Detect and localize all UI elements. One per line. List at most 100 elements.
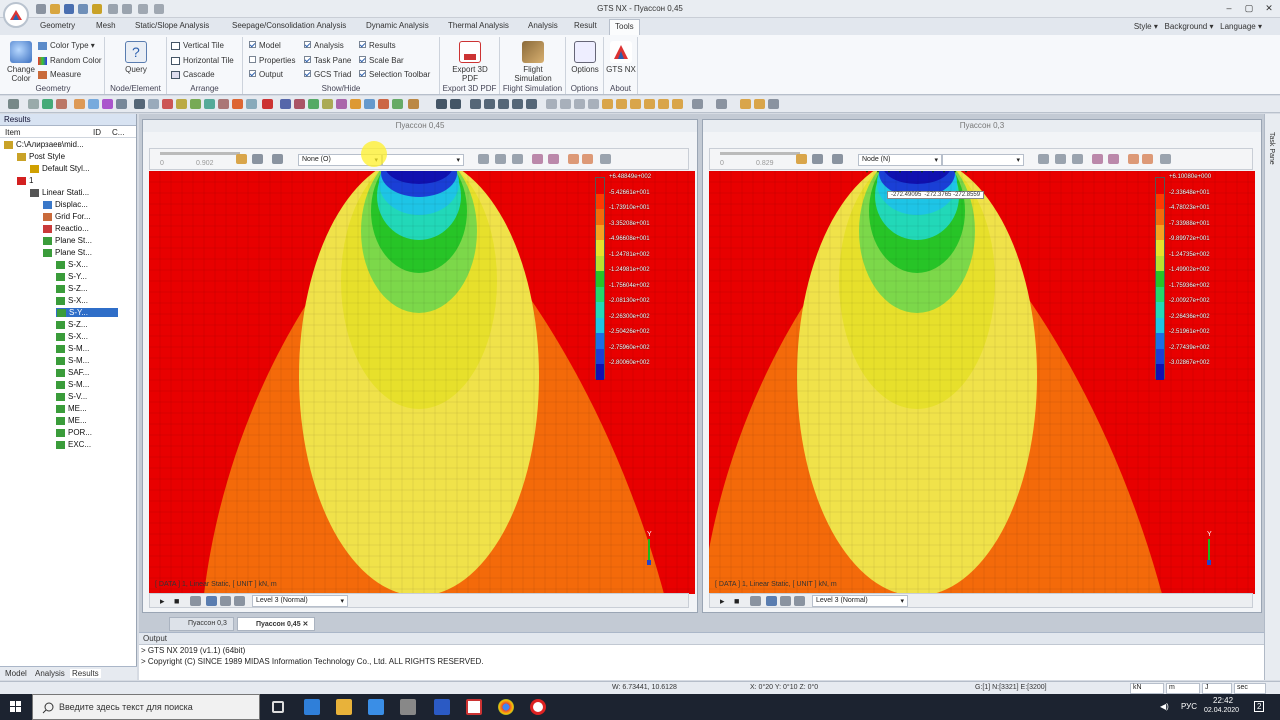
toolbar-tool-icon[interactable] xyxy=(116,99,127,109)
print-icon[interactable] xyxy=(206,596,217,606)
tree-item[interactable]: Grid For... xyxy=(43,212,91,221)
contour-plot[interactable]: Y PLANE STRAIN STRESSS-XX , kN/m^2+6.1008… xyxy=(709,171,1255,594)
tree-item[interactable]: Plane St... xyxy=(43,236,92,245)
tree-item[interactable]: Reactio... xyxy=(43,224,89,233)
select-tool-icon[interactable] xyxy=(1108,154,1119,164)
view-icon[interactable] xyxy=(560,99,571,109)
edge-icon[interactable] xyxy=(304,699,320,715)
clock-date[interactable]: 02.04.2020 xyxy=(1204,707,1239,714)
viewport-poisson-03[interactable]: Пуассон 0,3 0 0.829 Node (N)▾ ▾ Y PLANE S… xyxy=(702,119,1262,613)
tree-item[interactable]: Default Styl... xyxy=(30,164,90,173)
record-icon[interactable] xyxy=(750,596,761,606)
select-tool-icon[interactable] xyxy=(532,154,543,164)
toolbar-tool-icon[interactable] xyxy=(218,99,229,109)
tab-seepage[interactable]: Seepage/Consolidation Analysis xyxy=(232,21,346,30)
change-color-button[interactable]: Change Color xyxy=(4,65,38,83)
measure-button[interactable]: Measure xyxy=(38,70,81,79)
play-icon[interactable]: ▸ xyxy=(160,596,165,607)
toolbar-tool-icon[interactable] xyxy=(408,99,419,109)
doc-tab-poisson-045[interactable]: Пуассон 0,45 ✕ xyxy=(237,617,316,631)
toolbar-tool-icon[interactable] xyxy=(322,99,333,109)
tree-item[interactable]: S-X... xyxy=(56,332,88,341)
toolbar-tool-icon[interactable] xyxy=(148,99,159,109)
tree-item[interactable]: EXC... xyxy=(56,440,91,449)
export-3d-pdf-button[interactable]: Export 3D PDF xyxy=(444,65,496,83)
tab-thermal[interactable]: Thermal Analysis xyxy=(448,21,509,30)
tab-results-panel[interactable]: Results xyxy=(70,669,101,678)
col-id[interactable]: ID xyxy=(93,128,101,137)
save-image-icon[interactable] xyxy=(794,596,805,606)
tree-item[interactable]: Plane St... xyxy=(43,248,92,257)
close-button[interactable]: ✕ xyxy=(1262,2,1276,15)
task-pane-checkbox[interactable]: Task Pane xyxy=(304,56,351,65)
select-icon[interactable] xyxy=(272,154,283,164)
notification-icon[interactable]: 2 xyxy=(1254,701,1265,712)
filter-select[interactable]: ▾ xyxy=(942,154,1024,166)
horizontal-tile-button[interactable]: Horizontal Tile xyxy=(171,56,234,65)
tree-item[interactable]: S-M... xyxy=(56,356,89,365)
gts-nx-taskbar-icon[interactable] xyxy=(466,699,482,715)
view-icon[interactable] xyxy=(574,99,585,109)
model-checkbox[interactable]: Model xyxy=(249,41,281,50)
tree-item[interactable]: S-M... xyxy=(56,380,89,389)
stop-icon[interactable]: ■ xyxy=(174,596,179,606)
tree-item[interactable]: S-M... xyxy=(56,344,89,353)
tab-static-slope[interactable]: Static/Slope Analysis xyxy=(135,21,209,30)
selection-toolbar-checkbox[interactable]: Selection Toolbar xyxy=(359,70,430,79)
chrome-icon[interactable] xyxy=(498,699,514,715)
toolbar-tool-icon[interactable] xyxy=(392,99,403,109)
properties-checkbox[interactable]: Properties xyxy=(249,56,295,65)
query-button[interactable]: Query xyxy=(105,65,167,74)
select-tool-icon[interactable] xyxy=(1142,154,1153,164)
zoom-fit-icon[interactable] xyxy=(450,99,461,109)
contour-plot[interactable]: Y PLANE STRAIN STRESSS-YY , kN/m^2+6.4884… xyxy=(149,171,695,594)
view-icon[interactable] xyxy=(546,99,557,109)
flight-simulation-button[interactable]: Flight Simulation xyxy=(506,65,560,83)
record-icon[interactable] xyxy=(190,596,201,606)
toolbar-tool-icon[interactable] xyxy=(74,99,85,109)
filter-icon[interactable] xyxy=(1055,154,1066,164)
tab-model[interactable]: Model xyxy=(5,669,27,678)
tab-tools[interactable]: Tools xyxy=(609,19,640,35)
toolbar-tool-icon[interactable] xyxy=(232,99,243,109)
view-box-icon[interactable] xyxy=(630,99,641,109)
scale-bar-checkbox[interactable]: Scale Bar xyxy=(359,56,404,65)
toolbar-tool-icon[interactable] xyxy=(162,99,173,109)
render-icon[interactable] xyxy=(740,99,751,109)
results-checkbox[interactable]: Results xyxy=(359,41,396,50)
tree-item[interactable]: S-V... xyxy=(56,392,87,401)
doc-tab-poisson-03[interactable]: Пуассон 0,3 xyxy=(169,617,234,631)
taskbar-search[interactable]: Введите здесь текст для поиска xyxy=(32,694,260,720)
display-mode-icon[interactable] xyxy=(692,99,703,109)
tree-item[interactable]: S-X... xyxy=(56,260,88,269)
toolbar-tool-icon[interactable] xyxy=(294,99,305,109)
filter-icon[interactable] xyxy=(512,154,523,164)
toolbar-tool-icon[interactable] xyxy=(246,99,257,109)
tree-item[interactable]: Post Style xyxy=(17,152,65,161)
force-unit-select[interactable]: kN xyxy=(1130,683,1164,694)
zoom-window-icon[interactable] xyxy=(498,99,509,109)
about-button[interactable]: GTS NX xyxy=(606,65,636,74)
zoom-icon[interactable] xyxy=(436,99,447,109)
tab-dynamic[interactable]: Dynamic Analysis xyxy=(366,21,429,30)
calculator-icon[interactable] xyxy=(400,699,416,715)
tab-geometry[interactable]: Geometry xyxy=(40,21,75,30)
file-explorer-icon[interactable] xyxy=(336,699,352,715)
style-menu[interactable]: Style xyxy=(1134,22,1152,31)
analysis-checkbox[interactable]: Analysis xyxy=(304,41,344,50)
store-icon[interactable] xyxy=(368,699,384,715)
toolbar-tool-icon[interactable] xyxy=(364,99,375,109)
toolbar-tool-icon[interactable] xyxy=(280,99,291,109)
selection-mode-select[interactable]: Node (N) ▾ xyxy=(858,154,942,166)
output-checkbox[interactable]: Output xyxy=(249,70,283,79)
word-icon[interactable] xyxy=(434,699,450,715)
view-box-icon[interactable] xyxy=(616,99,627,109)
tree-item[interactable]: S-X... xyxy=(56,296,88,305)
color-type-button[interactable]: Color Type ▾ xyxy=(38,41,95,50)
pin-icon[interactable] xyxy=(812,154,823,164)
render-icon[interactable] xyxy=(768,99,779,109)
scale-icon[interactable] xyxy=(236,154,247,164)
select-tool-icon[interactable] xyxy=(1128,154,1139,164)
tree-item[interactable]: Displac... xyxy=(43,200,88,209)
capture-icon[interactable] xyxy=(780,596,791,606)
